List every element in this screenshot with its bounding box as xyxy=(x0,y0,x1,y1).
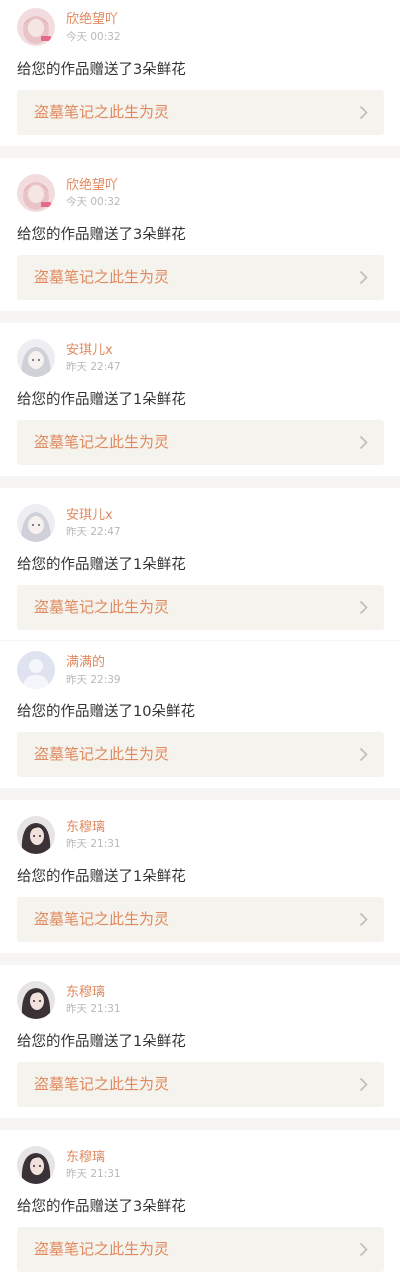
username[interactable]: 安琪儿x xyxy=(66,343,113,359)
avatar-dark-hair-girl-icon xyxy=(17,816,55,854)
gift-message: 给您的作品赠送了1朵鲜花 xyxy=(17,557,186,573)
gift-message: 给您的作品赠送了1朵鲜花 xyxy=(17,869,186,885)
chevron-right-icon xyxy=(359,747,368,762)
gift-message: 给您的作品赠送了3朵鲜花 xyxy=(17,227,186,243)
work-link-card[interactable]: 盗墓笔记之此生为灵 xyxy=(17,1227,384,1272)
avatar-pink-girl-icon xyxy=(17,174,55,212)
avatar[interactable] xyxy=(17,651,55,689)
avatar-silver-hair-anime-icon xyxy=(17,339,55,377)
list-item: 东穆璃 昨天 21:31 给您的作品赠送了1朵鲜花 盗墓笔记之此生为灵 xyxy=(0,965,400,1118)
timestamp: 昨天 21:31 xyxy=(66,1168,121,1180)
timestamp: 昨天 22:47 xyxy=(66,361,121,373)
work-link-card[interactable]: 盗墓笔记之此生为灵 xyxy=(17,420,384,465)
chevron-right-icon xyxy=(359,270,368,285)
gift-message: 给您的作品赠送了3朵鲜花 xyxy=(17,1199,186,1215)
list-item: 安琪儿x 昨天 22:47 给您的作品赠送了1朵鲜花 盗墓笔记之此生为灵 xyxy=(0,488,400,640)
gift-message: 给您的作品赠送了1朵鲜花 xyxy=(17,1034,186,1050)
username[interactable]: 满满的 xyxy=(66,655,105,671)
divider xyxy=(0,953,400,965)
list-item: 东穆璃 昨天 21:31 给您的作品赠送了3朵鲜花 盗墓笔记之此生为灵 xyxy=(0,1130,400,1280)
work-link-card[interactable]: 盗墓笔记之此生为灵 xyxy=(17,897,384,942)
username[interactable]: 欣绝望吖 xyxy=(66,12,118,28)
gift-message: 给您的作品赠送了3朵鲜花 xyxy=(17,62,186,78)
divider xyxy=(0,476,400,488)
timestamp: 今天 00:32 xyxy=(66,31,121,43)
divider xyxy=(0,311,400,323)
avatar[interactable] xyxy=(17,174,55,212)
avatar-dark-hair-girl-icon xyxy=(17,1146,55,1184)
avatar-default-user-icon xyxy=(17,651,55,689)
work-title: 盗墓笔记之此生为灵 xyxy=(34,1240,170,1258)
work-title: 盗墓笔记之此生为灵 xyxy=(34,910,170,928)
avatar[interactable] xyxy=(17,981,55,1019)
username[interactable]: 欣绝望吖 xyxy=(66,178,118,194)
work-link-card[interactable]: 盗墓笔记之此生为灵 xyxy=(17,585,384,630)
username[interactable]: 东穆璃 xyxy=(66,985,105,1001)
work-title: 盗墓笔记之此生为灵 xyxy=(34,103,170,121)
chevron-right-icon xyxy=(359,1242,368,1257)
username[interactable]: 东穆璃 xyxy=(66,1150,105,1166)
avatar-silver-hair-anime-icon xyxy=(17,504,55,542)
list-item: 欣绝望吖 今天 00:32 给您的作品赠送了3朵鲜花 盗墓笔记之此生为灵 xyxy=(0,158,400,311)
work-title: 盗墓笔记之此生为灵 xyxy=(34,1075,170,1093)
avatar[interactable] xyxy=(17,816,55,854)
work-title: 盗墓笔记之此生为灵 xyxy=(34,598,170,616)
avatar[interactable] xyxy=(17,504,55,542)
divider xyxy=(0,146,400,158)
divider xyxy=(0,1118,400,1130)
work-title: 盗墓笔记之此生为灵 xyxy=(34,268,170,286)
chevron-right-icon xyxy=(359,600,368,615)
avatar-dark-hair-girl-icon xyxy=(17,981,55,1019)
list-item: 满满的 昨天 22:39 给您的作品赠送了10朵鲜花 盗墓笔记之此生为灵 xyxy=(0,641,400,788)
list-item: 东穆璃 昨天 21:31 给您的作品赠送了1朵鲜花 盗墓笔记之此生为灵 xyxy=(0,800,400,953)
avatar[interactable] xyxy=(17,1146,55,1184)
chevron-right-icon xyxy=(359,105,368,120)
timestamp: 昨天 22:39 xyxy=(66,674,121,686)
work-link-card[interactable]: 盗墓笔记之此生为灵 xyxy=(17,732,384,777)
username[interactable]: 安琪儿x xyxy=(66,508,113,524)
timestamp: 昨天 21:31 xyxy=(66,1003,121,1015)
work-link-card[interactable]: 盗墓笔记之此生为灵 xyxy=(17,255,384,300)
work-title: 盗墓笔记之此生为灵 xyxy=(34,745,170,763)
work-link-card[interactable]: 盗墓笔记之此生为灵 xyxy=(17,1062,384,1107)
chevron-right-icon xyxy=(359,1077,368,1092)
chevron-right-icon xyxy=(359,912,368,927)
chevron-right-icon xyxy=(359,435,368,450)
list-item: 安琪儿x 昨天 22:47 给您的作品赠送了1朵鲜花 盗墓笔记之此生为灵 xyxy=(0,323,400,476)
work-title: 盗墓笔记之此生为灵 xyxy=(34,433,170,451)
gift-message: 给您的作品赠送了10朵鲜花 xyxy=(17,704,195,720)
timestamp: 今天 00:32 xyxy=(66,196,121,208)
list-item: 欣绝望吖 今天 00:32 给您的作品赠送了3朵鲜花 盗墓笔记之此生为灵 xyxy=(0,0,400,146)
gift-notification-list: 欣绝望吖 今天 00:32 给您的作品赠送了3朵鲜花 盗墓笔记之此生为灵 欣绝望… xyxy=(0,0,400,1280)
timestamp: 昨天 21:31 xyxy=(66,838,121,850)
avatar-pink-girl-icon xyxy=(17,8,55,46)
divider xyxy=(0,788,400,800)
avatar[interactable] xyxy=(17,8,55,46)
timestamp: 昨天 22:47 xyxy=(66,526,121,538)
avatar[interactable] xyxy=(17,339,55,377)
work-link-card[interactable]: 盗墓笔记之此生为灵 xyxy=(17,90,384,135)
gift-message: 给您的作品赠送了1朵鲜花 xyxy=(17,392,186,408)
username[interactable]: 东穆璃 xyxy=(66,820,105,836)
